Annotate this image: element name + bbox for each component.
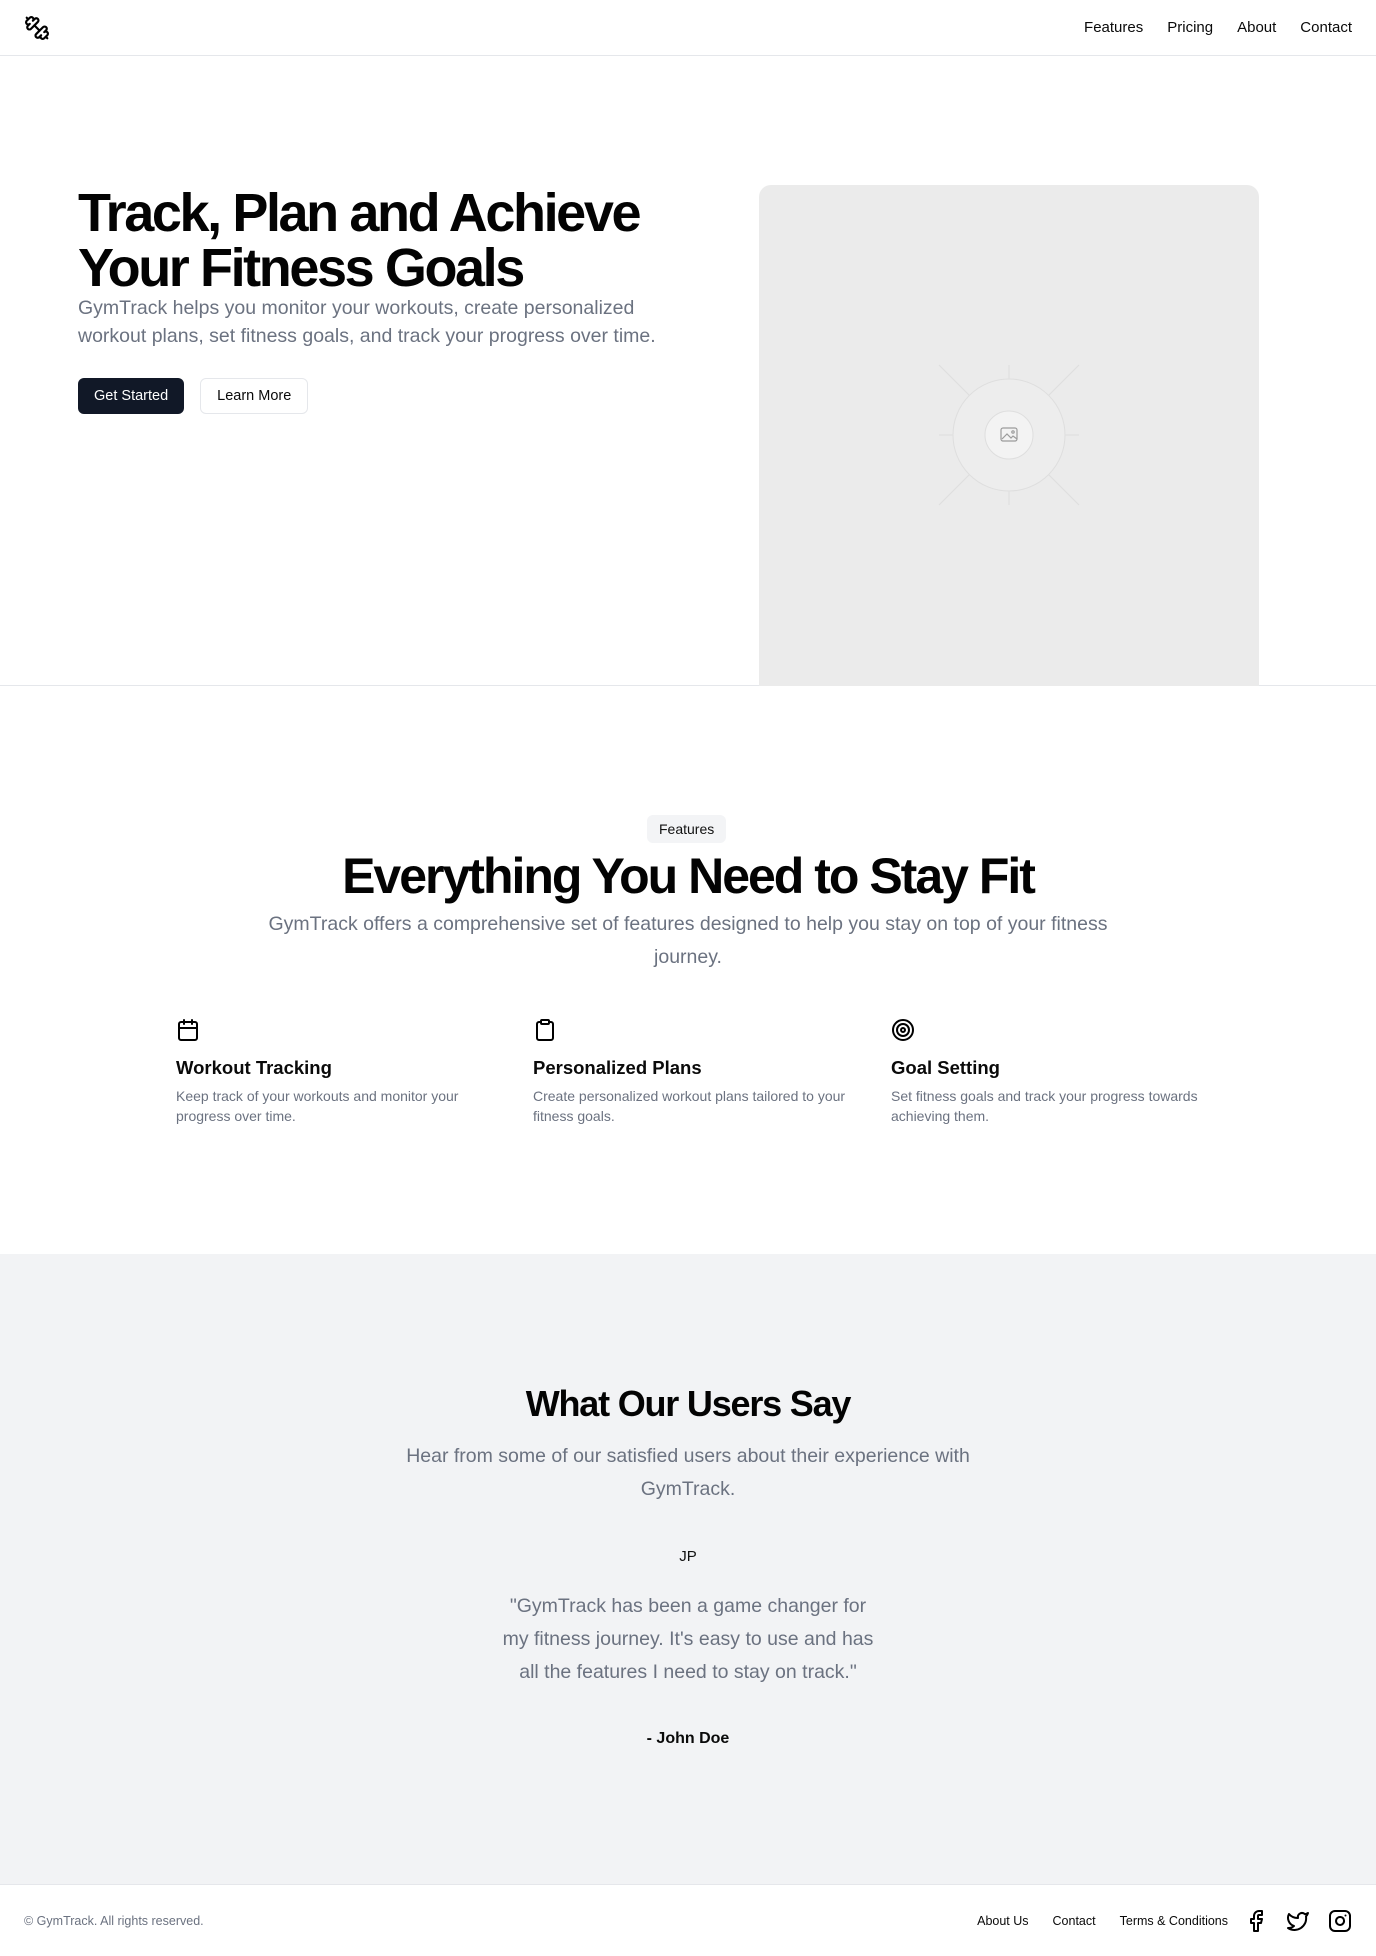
features-badge: Features [647, 815, 727, 843]
main-nav: Features Pricing About Contact [1084, 19, 1352, 36]
features-title: Everything You Need to Stay Fit [342, 848, 1036, 904]
nav-about[interactable]: About [1237, 19, 1276, 36]
features-section: Features Everything You Need to Stay Fit… [0, 686, 1376, 1254]
site-header: Features Pricing About Contact [0, 0, 1376, 56]
feature-description: Keep track of your workouts and monitor … [176, 1088, 459, 1124]
feature-title: Personalized Plans [533, 1057, 702, 1078]
social-links [1244, 1909, 1352, 1933]
nav-contact[interactable]: Contact [1300, 19, 1352, 36]
hero-buttons: Get Started Learn More [78, 378, 309, 414]
footer-link-contact[interactable]: Contact [1053, 1914, 1096, 1928]
nav-features[interactable]: Features [1084, 19, 1143, 36]
features-subtitle: GymTrack offers a comprehensive set of f… [268, 913, 1108, 968]
testimonials-section: What Our Users Say Hear from some of our… [0, 1254, 1376, 1884]
calendar-icon [176, 1018, 200, 1042]
hero-section: Track, Plan and Achieve Your Fitness Goa… [0, 56, 1376, 686]
feature-title: Workout Tracking [176, 1057, 332, 1078]
target-icon [891, 1018, 915, 1042]
avatar: JP [679, 1547, 697, 1565]
testimonial-author: - John Doe [646, 1730, 730, 1747]
get-started-button[interactable]: Get Started [78, 378, 185, 414]
nav-pricing[interactable]: Pricing [1167, 19, 1213, 36]
testimonials-subtitle: Hear from some of our satisfied users ab… [406, 1445, 970, 1500]
hero-title: Track, Plan and Achieve Your Fitness Goa… [78, 183, 641, 298]
feature-description: Create personalized workout plans tailor… [533, 1088, 846, 1124]
feature-goal-setting: Goal Setting Set fitness goals and track… [891, 1018, 1211, 1126]
hero-subtitle: GymTrack helps you monitor your workouts… [78, 297, 656, 347]
testimonials-title: What Our Users Say [525, 1383, 852, 1424]
hero-image-placeholder [759, 185, 1259, 686]
site-footer: © GymTrack. All rights reserved. About U… [0, 1884, 1376, 1956]
testimonial-quote: "GymTrack has been a game changer for my… [502, 1595, 874, 1683]
footer-link-terms[interactable]: Terms & Conditions [1120, 1914, 1228, 1928]
footer-links: About Us Contact Terms & Conditions [977, 1914, 1228, 1928]
copyright-text: © GymTrack. All rights reserved. [24, 1913, 204, 1928]
instagram-icon[interactable] [1328, 1909, 1352, 1933]
facebook-icon[interactable] [1244, 1909, 1268, 1933]
feature-personalized-plans: Personalized Plans Create personalized w… [533, 1018, 853, 1126]
learn-more-button[interactable]: Learn More [200, 378, 309, 414]
feature-description: Set fitness goals and track your progres… [891, 1088, 1198, 1124]
footer-link-about-us[interactable]: About Us [977, 1914, 1028, 1928]
feature-title: Goal Setting [891, 1057, 1000, 1078]
image-placeholder-icon [938, 364, 1080, 506]
feature-workout-tracking: Workout Tracking Keep track of your work… [176, 1018, 496, 1126]
twitter-icon[interactable] [1286, 1909, 1310, 1933]
clipboard-icon [533, 1018, 557, 1042]
footer-right: About Us Contact Terms & Conditions [977, 1909, 1352, 1933]
dumbbell-icon[interactable] [24, 15, 50, 41]
